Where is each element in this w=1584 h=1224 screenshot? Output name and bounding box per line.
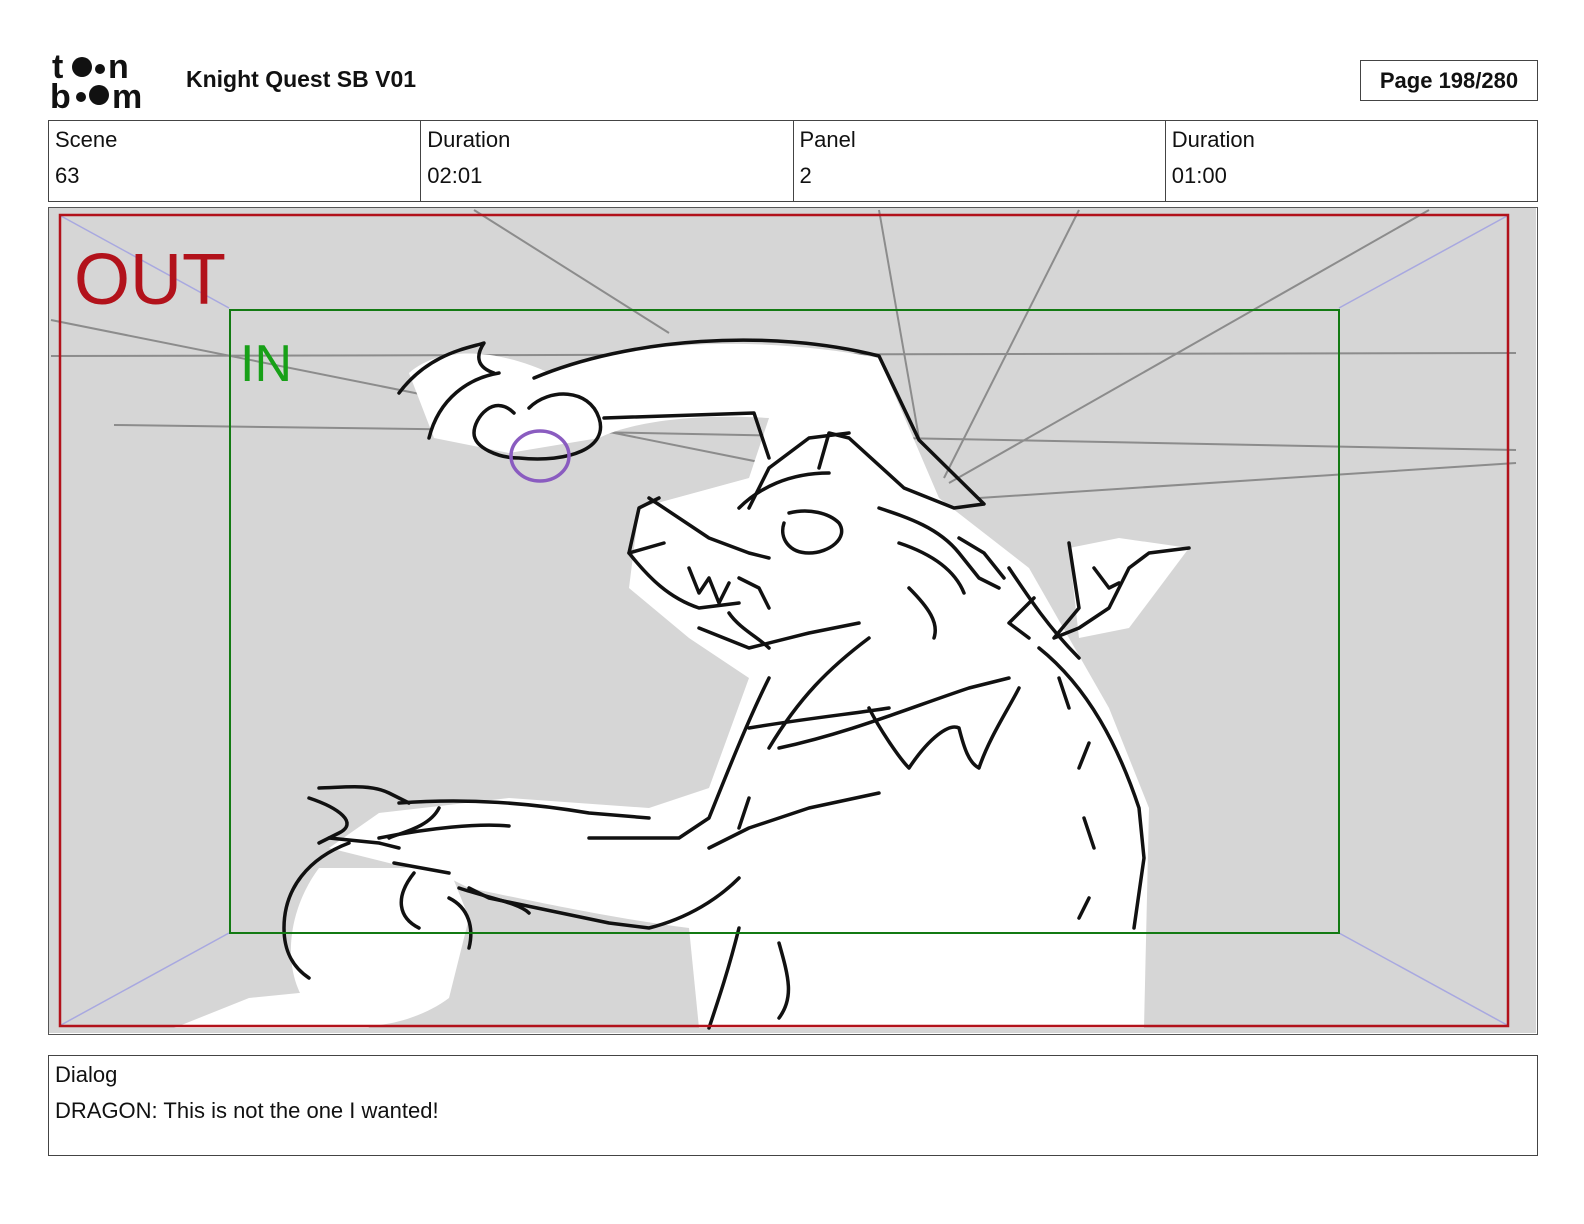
project-title: Knight Quest SB V01	[186, 66, 417, 92]
panel-drawing: OUT IN	[49, 208, 1536, 1033]
dialog-text: DRAGON: This is not the one I wanted!	[55, 1098, 439, 1123]
panel-duration-value: 01:00	[1171, 163, 1227, 188]
scene-duration-cell: Duration 02:01	[421, 121, 794, 201]
svg-text:b: b	[50, 78, 71, 114]
panel-cell: Panel 2	[794, 121, 1166, 201]
dialog-box: Dialog DRAGON: This is not the one I wan…	[48, 1055, 1538, 1156]
panel-duration-label: Duration	[1171, 127, 1255, 152]
panel-value: 2	[799, 163, 812, 188]
page-indicator: Page 198/280	[1360, 60, 1538, 101]
scene-duration-value: 02:01	[427, 163, 483, 188]
scene-label: Scene	[55, 127, 118, 152]
panel-label: Panel	[799, 127, 856, 152]
toon-boom-logo: t n b m	[50, 48, 166, 116]
out-frame-label: OUT	[74, 240, 226, 320]
scene-info-table: Scene 63 Duration 02:01 Panel 2 Duration…	[48, 120, 1538, 202]
in-frame-label: IN	[240, 335, 292, 393]
dialog-label: Dialog	[55, 1062, 118, 1087]
storyboard-panel: OUT IN	[48, 207, 1538, 1035]
scene-value: 63	[55, 163, 80, 188]
svg-text:m: m	[112, 78, 142, 114]
scene-duration-label: Duration	[427, 127, 511, 152]
scene-cell: Scene 63	[49, 121, 422, 201]
panel-duration-cell: Duration 01:00	[1166, 121, 1537, 201]
